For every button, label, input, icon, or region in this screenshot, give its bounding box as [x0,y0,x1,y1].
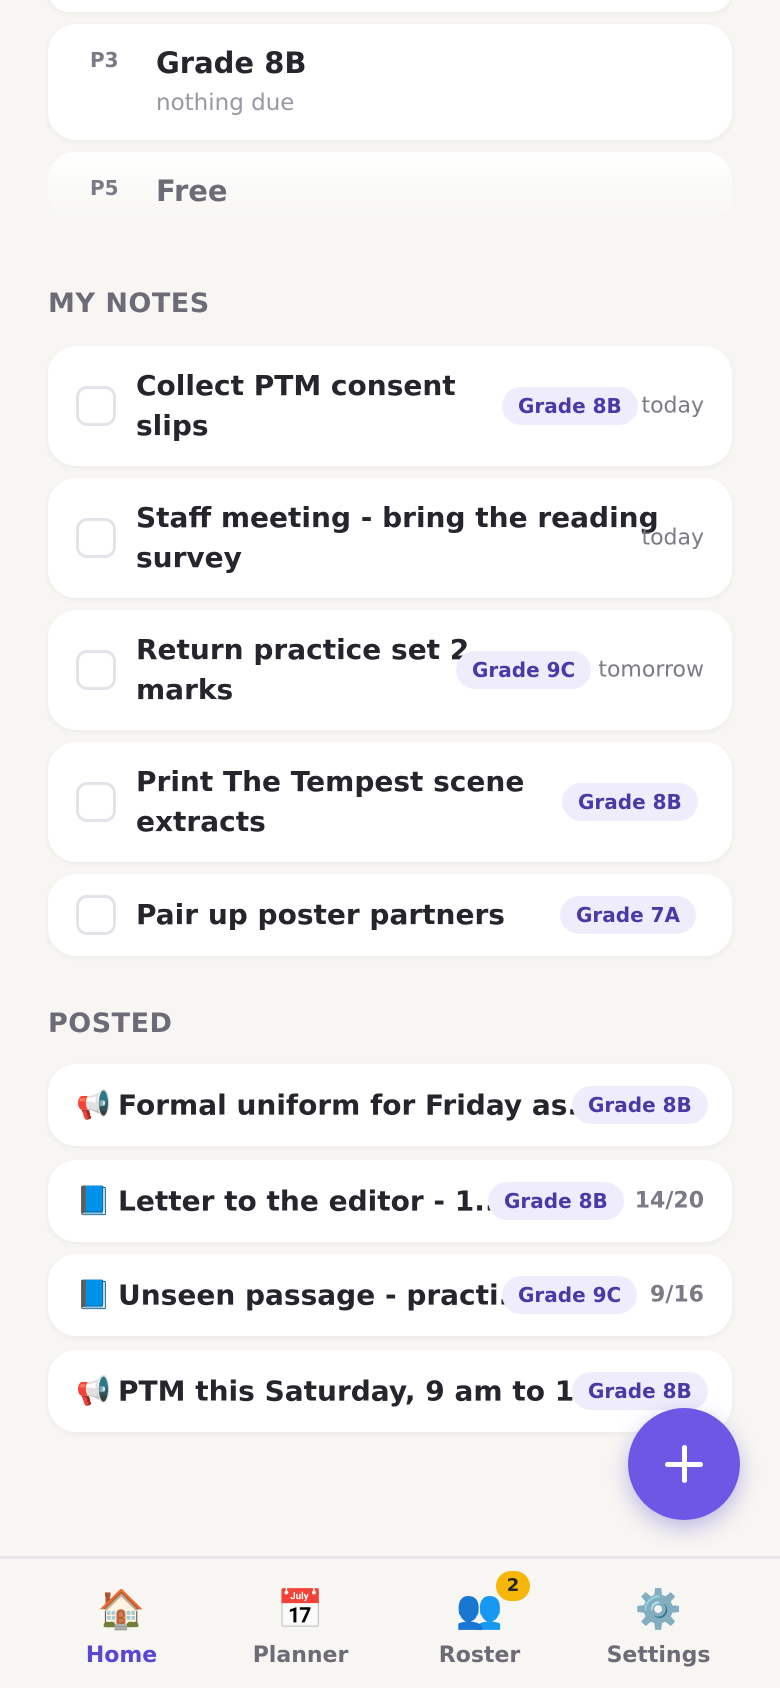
my-notes-heading: MY NOTES [48,288,210,319]
note-checkbox[interactable] [76,782,116,822]
submission-count: 14/20 [634,1188,704,1214]
note-checkbox[interactable] [76,650,116,690]
posted-item[interactable]: 📢 Formal uniform for Friday as... Grade … [48,1064,732,1146]
period-code: P3 [90,48,119,72]
note-checkbox[interactable] [76,386,116,426]
calendar-icon: 📅 [276,1587,325,1631]
due-label: today [641,525,704,551]
note-text: Collect PTM consent slips [136,369,456,442]
gear-icon: ⚙️ [634,1587,683,1631]
blue-book-icon: 📘 [76,1278,111,1311]
posted-item[interactable]: 📘 Unseen passage - practi... Grade 9C 9/… [48,1254,732,1336]
note-checkbox[interactable] [76,518,116,558]
posted-heading: POSTED [48,1008,173,1039]
note-item[interactable]: Return practice set 2 marks Grade 9C tom… [48,610,732,730]
period-class: Free [156,174,228,208]
class-chip: Grade 8B [572,1086,708,1124]
tab-label: Home [85,1643,158,1668]
posted-title: Formal uniform for Friday as... [118,1088,600,1122]
note-text: Pair up poster partners [136,898,505,931]
note-item[interactable]: Print The Tempest scene extracts Grade 8… [48,742,732,862]
notification-badge: 2 [496,1571,530,1601]
home-screen: P3 Grade 8B nothing due P5 Free MY NOTES… [0,0,780,1688]
period-status: nothing due [156,90,295,116]
tab-label: Roster [438,1643,521,1668]
due-label: today [641,393,704,419]
posted-item[interactable]: 📢 PTM this Saturday, 9 am to 1... Grade … [48,1350,732,1432]
posted-item[interactable]: 📘 Letter to the editor - 1... Grade 8B 1… [48,1160,732,1242]
add-button[interactable] [628,1408,740,1520]
note-text: Return practice set 2 marks [136,633,470,706]
submission-count: 9/16 [650,1282,704,1308]
class-chip: Grade 9C [502,1276,638,1314]
posted-title: PTM this Saturday, 9 am to 1... [118,1374,607,1408]
tab-label: Settings [606,1643,711,1668]
bottom-tab-bar: 🏠 Home 📅 Planner 👥 2 Roster ⚙️ Settings [0,1556,780,1688]
class-chip: Grade 8B [502,387,638,425]
people-icon: 👥 [455,1587,504,1631]
blue-book-icon: 📘 [76,1184,111,1217]
posted-title: Letter to the editor - 1... [118,1184,507,1218]
tab-roster[interactable]: 👥 2 Roster [382,1559,577,1688]
tab-label: Planner [252,1643,349,1668]
note-item[interactable]: Staff meeting - bring the reading survey… [48,478,732,598]
class-chip: Grade 8B [562,783,698,821]
previous-period-card[interactable] [48,0,732,12]
class-chip: Grade 9C [456,651,592,689]
class-chip: Grade 8B [572,1372,708,1410]
tab-settings[interactable]: ⚙️ Settings [561,1559,756,1688]
due-label: tomorrow [598,657,704,683]
period-code: P5 [90,176,119,200]
period-card-p5[interactable]: P5 Free [48,152,732,222]
tab-home[interactable]: 🏠 Home [24,1559,219,1688]
house-icon: 🏠 [97,1587,146,1631]
note-text: Staff meeting - bring the reading survey [136,501,659,574]
note-checkbox[interactable] [76,895,116,935]
tab-planner[interactable]: 📅 Planner [203,1559,398,1688]
class-chip: Grade 7A [560,896,697,934]
note-text: Print The Tempest scene extracts [136,765,525,838]
megaphone-icon: 📢 [76,1374,111,1407]
posted-title: Unseen passage - practi... [118,1278,531,1312]
class-chip: Grade 8B [488,1182,624,1220]
note-item[interactable]: Collect PTM consent slips Grade 8B today [48,346,732,466]
period-class: Grade 8B [156,46,307,80]
period-card-p3[interactable]: P3 Grade 8B nothing due [48,24,732,140]
megaphone-icon: 📢 [76,1088,111,1121]
note-item[interactable]: Pair up poster partners Grade 7A [48,874,732,956]
